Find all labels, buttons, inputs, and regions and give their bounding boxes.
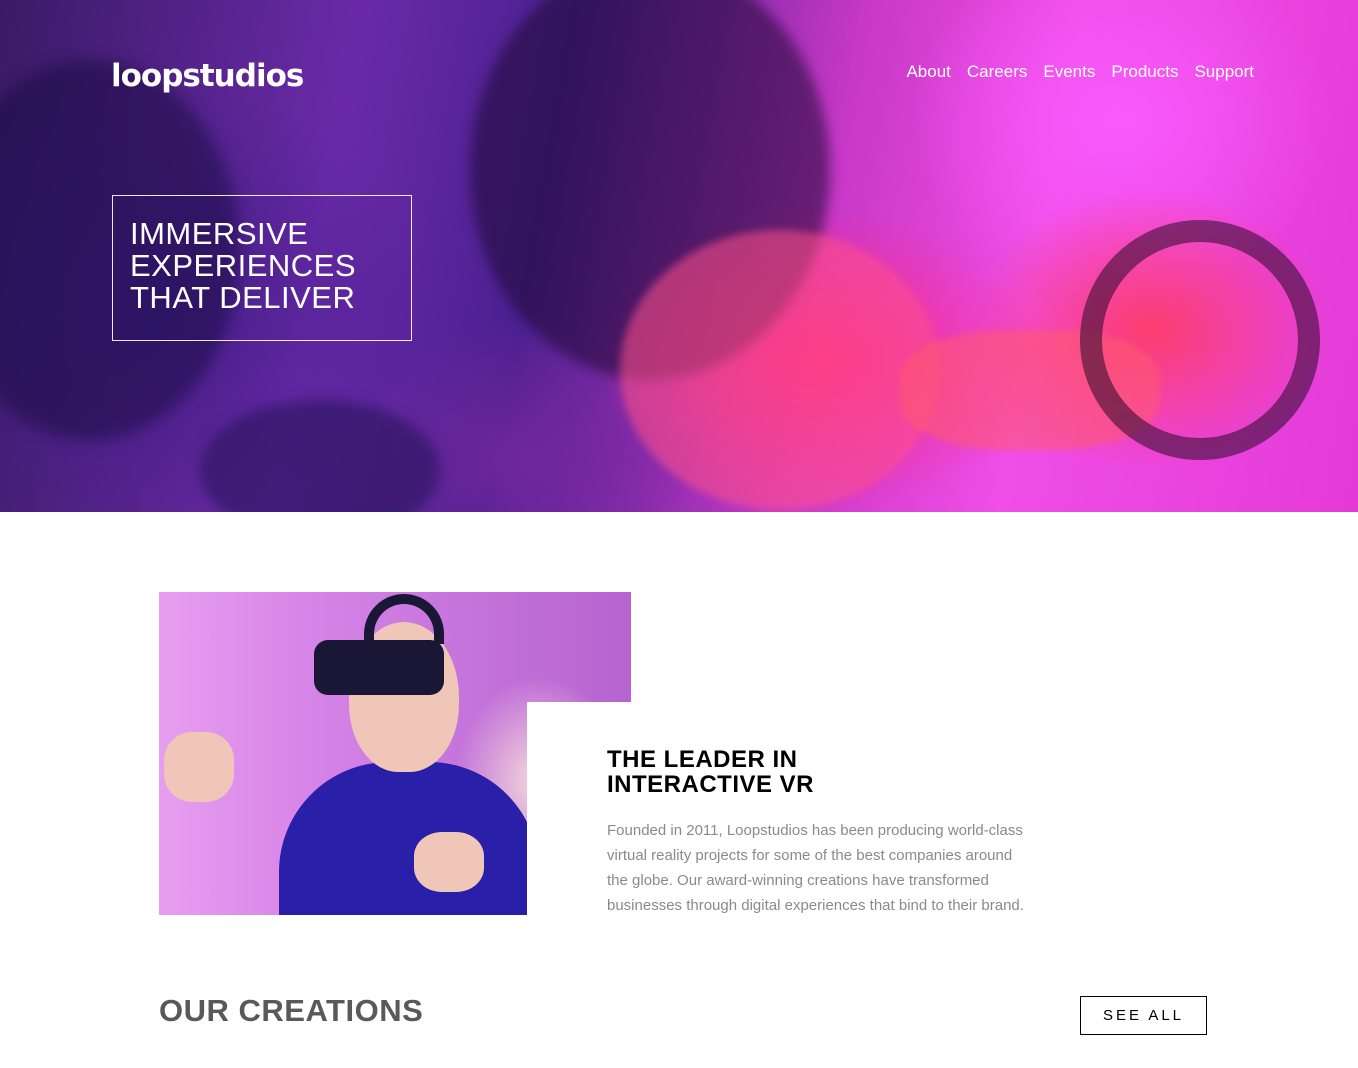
about-text-line: virtual reality projects for some of the…: [607, 847, 1013, 864]
brand-logo[interactable]: loopstudios: [111, 58, 304, 94]
image-shirt: [279, 762, 539, 915]
hero-headline-line: EXPERIENCES: [130, 248, 357, 283]
about-title-line: THE LEADER IN: [607, 746, 798, 773]
hero-headline-line: IMMERSIVE: [130, 216, 309, 251]
about-text-line: Founded in 2011, Loopstudios has been pr…: [607, 822, 1023, 839]
about-text-line: businesses through digital experiences t…: [607, 897, 1024, 914]
nav-link-products[interactable]: Products: [1111, 62, 1178, 82]
hero-headline-box: IMMERSIVE EXPERIENCES THAT DELIVER: [112, 195, 412, 341]
nav-link-about[interactable]: About: [906, 62, 950, 82]
hero-headline-line: THAT DELIVER: [130, 280, 356, 315]
about-description: Founded in 2011, Loopstudios has been pr…: [607, 818, 1047, 918]
about-title: THE LEADER IN INTERACTIVE VR: [607, 747, 814, 797]
hero-section: loopstudios About Careers Events Product…: [0, 0, 1358, 512]
nav-link-support[interactable]: Support: [1194, 62, 1254, 82]
see-all-button[interactable]: SEE ALL: [1080, 996, 1207, 1035]
main-nav: About Careers Events Products Support: [906, 62, 1254, 82]
about-title-line: INTERACTIVE VR: [607, 771, 815, 798]
nav-link-events[interactable]: Events: [1043, 62, 1095, 82]
image-headset-strap: [364, 594, 444, 644]
nav-link-careers[interactable]: Careers: [967, 62, 1027, 82]
hero-image-steering-wheel: [1080, 220, 1320, 460]
hero-image-glow: [620, 230, 940, 510]
about-text-line: the globe. Our award-winning creations h…: [607, 872, 989, 889]
image-right-hand: [414, 832, 484, 892]
image-left-hand: [164, 732, 234, 802]
hero-image-shadow: [200, 400, 440, 512]
image-vr-headset: [314, 640, 444, 695]
creations-title: OUR CREATIONS: [159, 993, 424, 1028]
